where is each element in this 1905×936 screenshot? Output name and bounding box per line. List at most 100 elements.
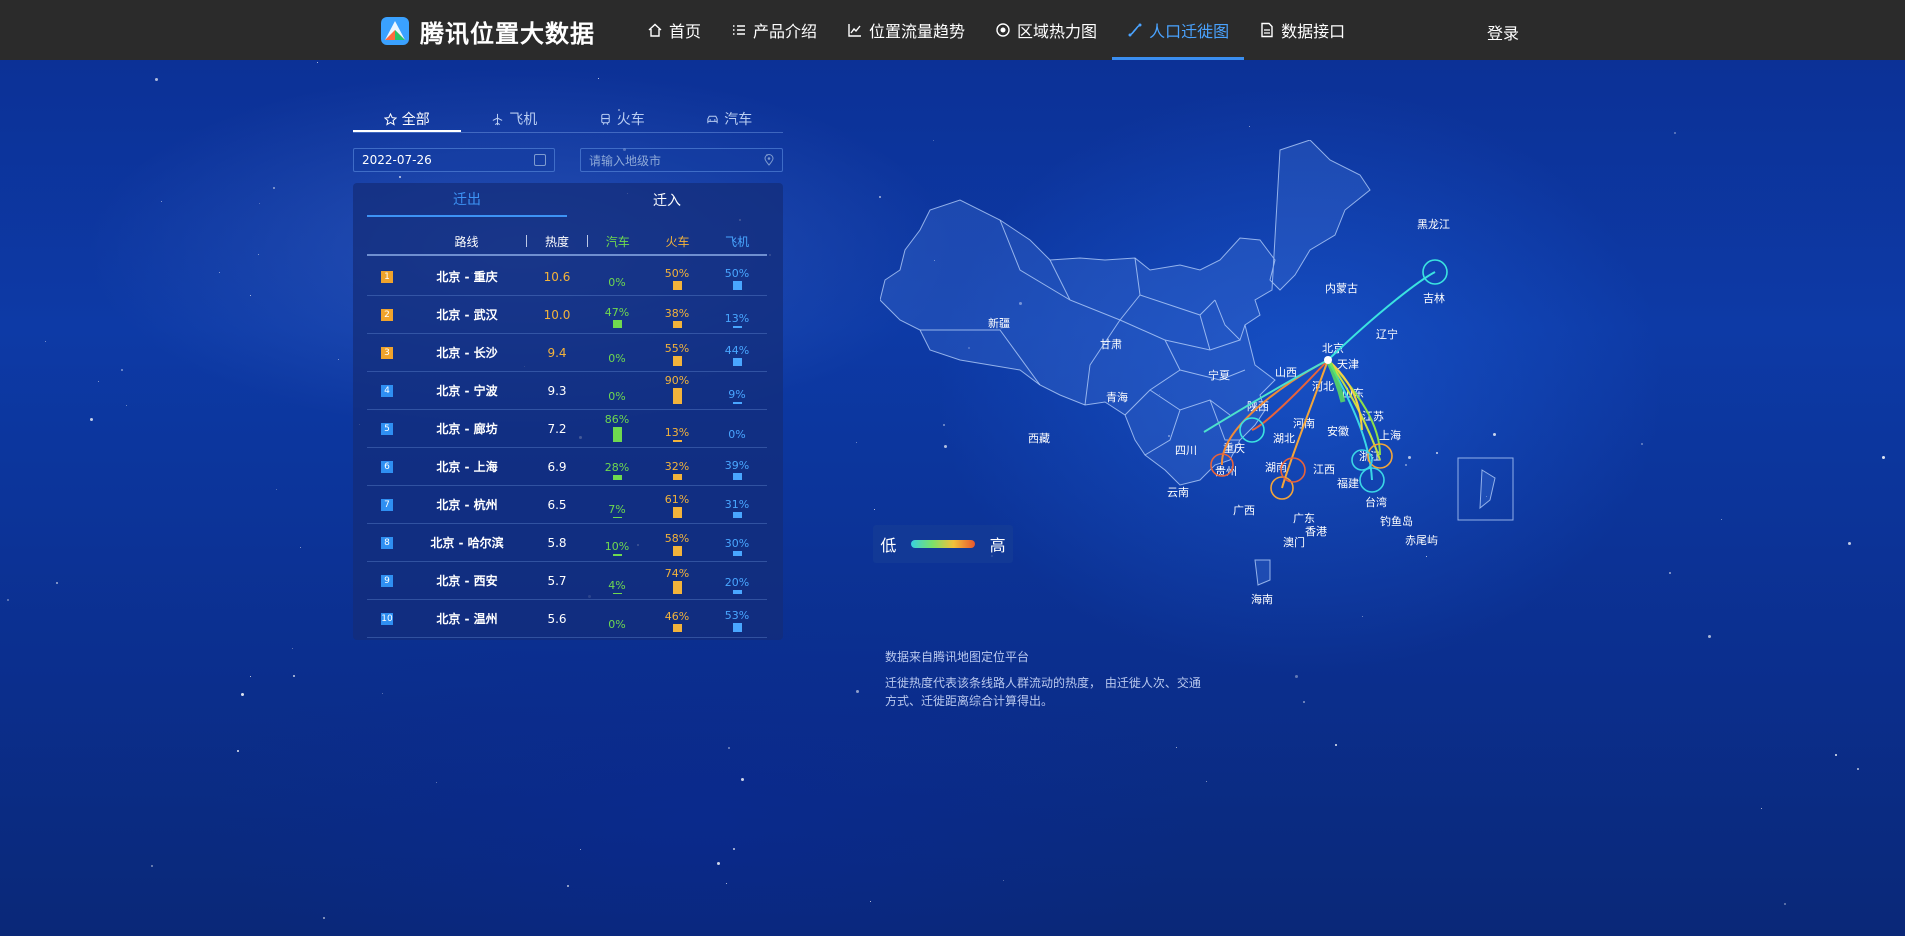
data-notes: 数据来自腾讯地图定位平台 迁徙热度代表该条线路人群流动的热度， 由迁徙人次、交通…: [885, 648, 1205, 718]
date-picker-input[interactable]: 2022-07-26: [353, 148, 555, 172]
tab-train[interactable]: 火车: [568, 108, 676, 130]
star-dot: [382, 693, 383, 694]
train-cell: 32%: [647, 448, 707, 485]
map-label: 上海: [1379, 428, 1401, 442]
star-dot: [741, 778, 744, 781]
location-pin-icon: [764, 154, 774, 166]
car-bar: [612, 554, 622, 556]
star-dot: [1669, 572, 1671, 574]
train-cell: 74%: [647, 562, 707, 599]
map-label: 河北: [1312, 380, 1334, 393]
table-row[interactable]: 7 北京 - 杭州 6.5 7% 61% 31%: [367, 486, 767, 524]
train-percent: 61%: [664, 493, 690, 506]
table-row[interactable]: 2 北京 - 武汉 10.0 47% 38% 13%: [367, 296, 767, 334]
nav-label: 数据接口: [1281, 22, 1346, 41]
route-name: 北京 - 武汉: [436, 308, 498, 322]
car-cell: 28%: [587, 448, 647, 485]
car-bar: [612, 593, 622, 594]
star-dot: [1249, 126, 1250, 127]
nav-item-home[interactable]: 首页: [632, 0, 716, 60]
star-dot: [436, 782, 437, 783]
nav-item-migration[interactable]: 人口迁徙图: [1112, 0, 1245, 60]
map-label: 湖北: [1273, 432, 1295, 445]
rank-cell: 5: [367, 422, 407, 435]
heat-value: 5.6: [547, 611, 567, 626]
route-name: 北京 - 西安: [436, 574, 498, 588]
table-row[interactable]: 5 北京 - 廊坊 7.2 86% 13% 0%: [367, 410, 767, 448]
car-cell: 86%: [587, 410, 647, 447]
logo[interactable]: 腾讯位置大数据: [380, 16, 595, 48]
nav-item-heatmap[interactable]: 区域热力图: [980, 0, 1112, 60]
login-link[interactable]: 登录: [1487, 20, 1519, 44]
star-dot: [870, 901, 871, 902]
car-bar: [612, 517, 622, 518]
car-percent: 4%: [608, 579, 626, 592]
train-bar: [672, 388, 682, 404]
map-outline: [880, 140, 1514, 586]
star-dot: [155, 78, 158, 81]
map-label: 云南: [1167, 486, 1189, 499]
star-dot: [338, 359, 339, 360]
nav-item-product[interactable]: 产品介绍: [716, 0, 832, 60]
plane-cell: 44%: [707, 334, 767, 371]
heat-value: 7.2: [547, 421, 567, 436]
map-label: 广东: [1293, 512, 1315, 525]
star-dot: [276, 489, 277, 490]
train-cell: 90%: [647, 372, 707, 409]
tab-label: 汽车: [724, 112, 753, 128]
nav-label: 区域热力图: [1017, 22, 1098, 41]
train-percent: 58%: [664, 532, 690, 545]
car-percent: 7%: [608, 503, 626, 516]
rank-badge: 8: [381, 536, 393, 549]
table-row[interactable]: 1 北京 - 重庆 10.6 0% 50% 50%: [367, 258, 767, 296]
table-row[interactable]: 8 北京 - 哈尔滨 5.8 10% 58% 30%: [367, 524, 767, 562]
map-label: 甘肃: [1100, 338, 1122, 351]
plane-cell: 31%: [707, 486, 767, 523]
rank-badge: 9: [381, 574, 393, 587]
table-row[interactable]: 4 北京 - 宁波 9.3 0% 90% 9%: [367, 372, 767, 410]
table-row[interactable]: 3 北京 - 长沙 9.4 0% 55% 44%: [367, 334, 767, 372]
map-label: 台湾: [1365, 495, 1387, 509]
table-row[interactable]: 6 北京 - 上海 6.9 28% 32% 39%: [367, 448, 767, 486]
plane-bar: [732, 473, 742, 480]
heat-value: 10.6: [543, 269, 571, 284]
direction-tabs: 迁出 迁入: [367, 183, 767, 217]
star-dot: [121, 369, 123, 371]
table-row[interactable]: 9 北京 - 西安 5.7 4% 74% 20%: [367, 562, 767, 600]
heat-legend: 低 高: [873, 525, 1013, 563]
nav-label: 产品介绍: [753, 22, 818, 41]
tab-all[interactable]: 全部: [353, 108, 461, 132]
star-dot: [56, 582, 58, 584]
map-label: 赤尾屿: [1405, 534, 1438, 547]
plane-percent: 13%: [724, 312, 750, 325]
tab-move-out[interactable]: 迁出: [367, 183, 567, 217]
map-label: 重庆: [1223, 441, 1245, 455]
star-dot: [126, 405, 127, 406]
header-train: 火车: [665, 234, 690, 249]
train-cell: 38%: [647, 296, 707, 333]
map-label: 宁夏: [1208, 368, 1230, 382]
rank-cell: 8: [367, 536, 407, 549]
plane-bar: [732, 402, 742, 404]
tab-move-in[interactable]: 迁入: [567, 183, 767, 217]
nav-item-trend[interactable]: 位置流量趋势: [832, 0, 980, 60]
nav-item-api[interactable]: 数据接口: [1244, 0, 1360, 60]
star-dot: [259, 203, 260, 204]
star-dot: [726, 883, 727, 884]
legend-low-label: 低: [880, 536, 897, 555]
route-name: 北京 - 哈尔滨: [430, 536, 504, 550]
table-row[interactable]: 10 北京 - 温州 5.6 0% 46% 53%: [367, 600, 767, 638]
star-dot: [1003, 880, 1004, 881]
migration-icon: [1128, 23, 1142, 37]
star-dot: [45, 341, 46, 342]
heat-value: 5.7: [547, 573, 567, 588]
header-route: 路线: [407, 235, 528, 249]
heat-value: 6.9: [547, 459, 567, 474]
plane-percent: 0%: [728, 428, 746, 441]
tab-car[interactable]: 汽车: [676, 108, 784, 130]
city-search-input[interactable]: 请输入地级市: [580, 148, 783, 172]
route-name: 北京 - 廊坊: [436, 422, 498, 436]
star-dot: [733, 848, 735, 850]
star-dot: [98, 381, 99, 382]
tab-plane[interactable]: 飞机: [461, 108, 569, 130]
